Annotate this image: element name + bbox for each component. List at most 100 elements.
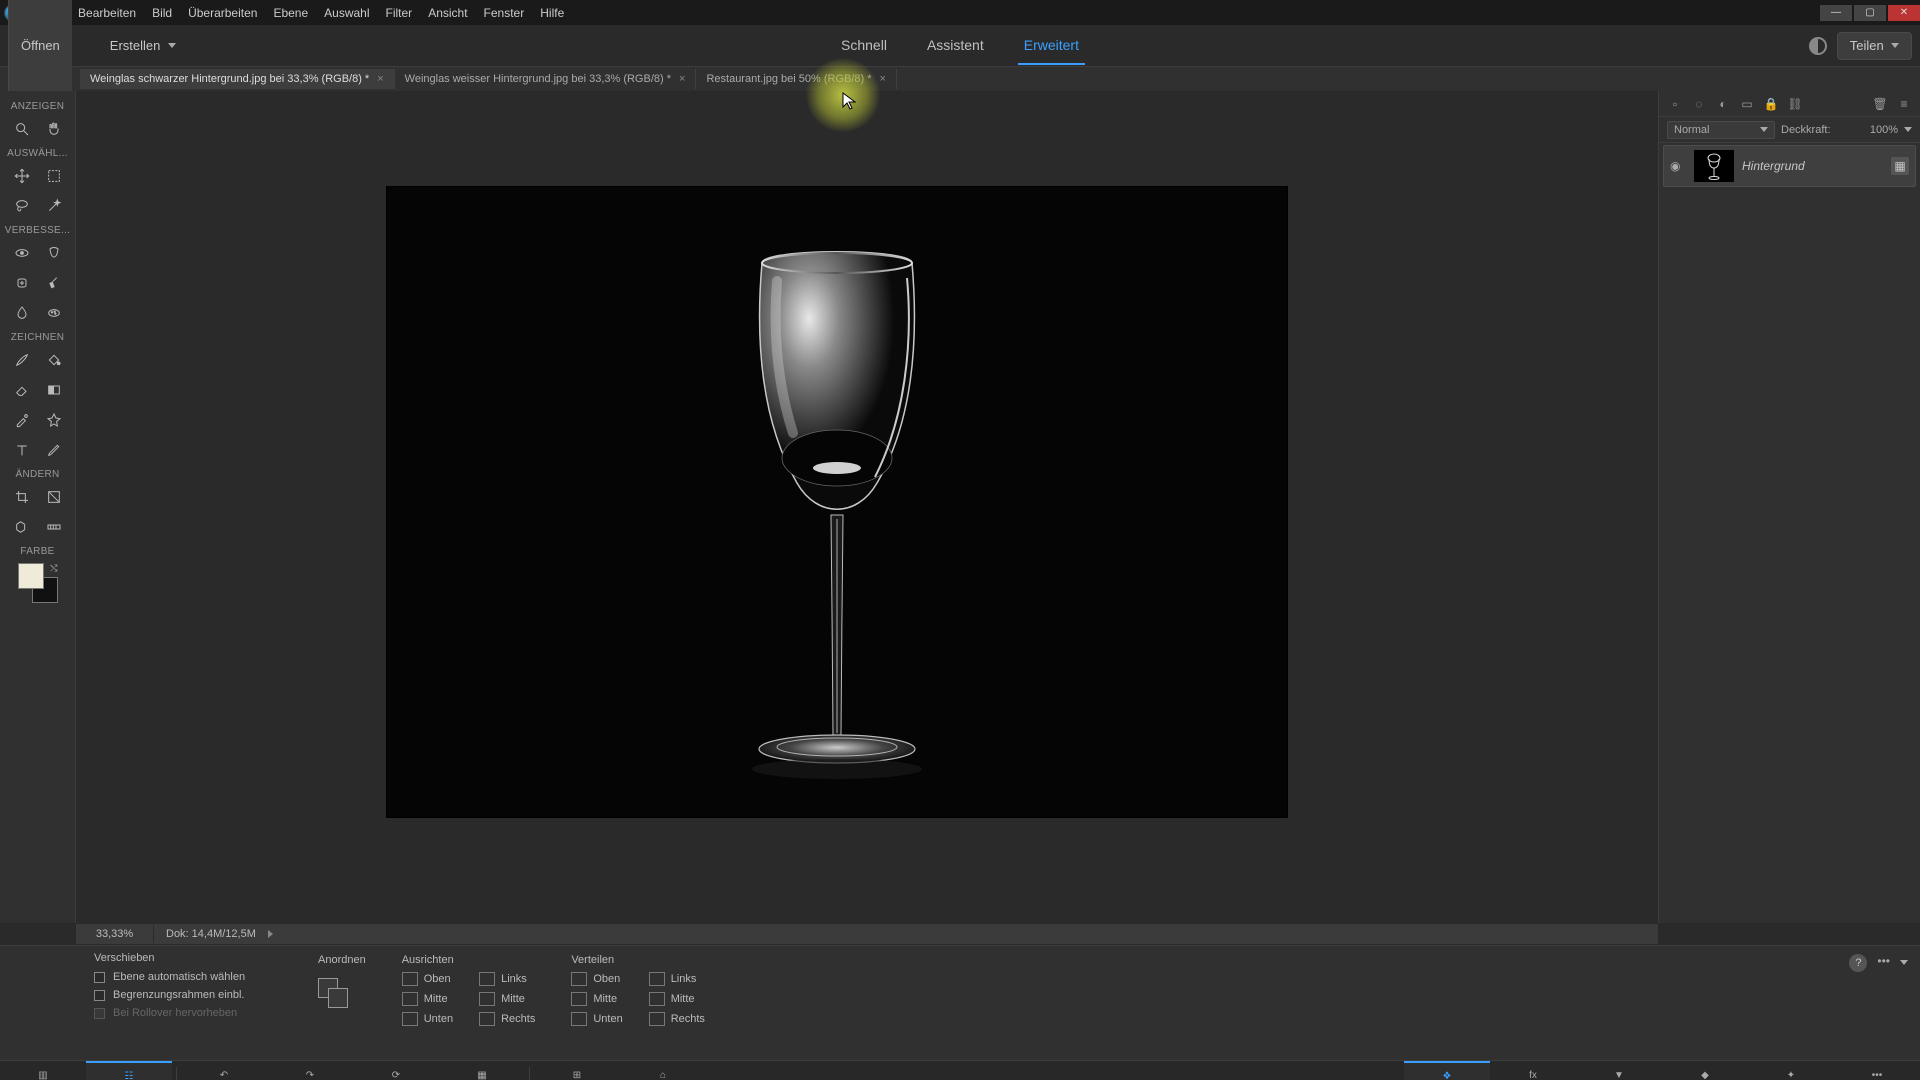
mode-quick[interactable]: Schnell <box>835 27 893 65</box>
healingbrush-tool[interactable] <box>10 271 34 295</box>
adjustment-layer-icon[interactable]: ◐ <box>1715 96 1731 112</box>
lasso-tool[interactable] <box>10 194 34 218</box>
dock-filter[interactable]: ▼Filter <box>1576 1061 1662 1080</box>
dock-undo[interactable]: ↶Rückgängig <box>181 1061 267 1080</box>
mode-guided[interactable]: Assistent <box>921 27 990 65</box>
eraser-tool[interactable] <box>10 378 34 402</box>
marquee-tool[interactable] <box>42 164 66 188</box>
visibility-toggle-icon[interactable]: ◉ <box>1670 159 1686 173</box>
doc-tab-1[interactable]: Weinglas schwarzer Hintergrund.jpg bei 3… <box>80 69 395 89</box>
dist-bottom[interactable]: Unten <box>571 1012 622 1026</box>
layer-name[interactable]: Hintergrund <box>1742 159 1805 173</box>
menu-enhance[interactable]: Überarbeiten <box>188 6 257 20</box>
align-right[interactable]: Rechts <box>479 1012 535 1026</box>
align-top[interactable]: Oben <box>402 972 453 986</box>
doc-size[interactable]: Dok: 14,4M/12,5M <box>154 928 268 940</box>
contentaware-tool[interactable] <box>10 515 34 539</box>
color-swatches[interactable]: ⤭ <box>18 563 58 603</box>
doc-tab-2[interactable]: Weinglas weisser Hintergrund.jpg bei 33,… <box>395 69 697 89</box>
menu-window[interactable]: Fenster <box>484 6 525 20</box>
close-tab-icon[interactable]: × <box>377 73 383 85</box>
triangle-right-icon[interactable] <box>268 930 273 938</box>
menu-help[interactable]: Hilfe <box>540 6 564 20</box>
crop-tool[interactable] <box>10 485 34 509</box>
opt-auto-select[interactable]: Ebene automatisch wählen <box>94 968 286 986</box>
link-layers-icon[interactable]: ⛓ <box>1787 96 1803 112</box>
new-group-icon[interactable]: ◌ <box>1691 96 1707 112</box>
pencil-tool[interactable] <box>42 438 66 462</box>
close-tab-icon[interactable]: × <box>679 73 685 85</box>
zoom-level[interactable]: 33,33% <box>76 925 154 943</box>
dock-photobin[interactable]: ▥Fotobereich <box>0 1061 86 1080</box>
dock-organizer[interactable]: ⊞Organizer <box>534 1061 620 1080</box>
type-tool[interactable] <box>10 438 34 462</box>
align-bottom[interactable]: Unten <box>402 1012 453 1026</box>
zoom-tool[interactable] <box>10 117 34 141</box>
new-layer-icon[interactable]: ▫ <box>1667 96 1683 112</box>
minimize-button[interactable]: — <box>1820 5 1852 21</box>
gradient-tool[interactable] <box>42 378 66 402</box>
foreground-color-swatch[interactable] <box>18 563 44 589</box>
dock-tooloptions[interactable]: ☷WZ-Optionen <box>86 1061 172 1080</box>
arrange-icon[interactable] <box>318 978 354 1014</box>
maximize-button[interactable]: ▢ <box>1854 5 1886 21</box>
align-left[interactable]: Links <box>479 972 535 986</box>
dock-styles[interactable]: ◆Stile <box>1662 1061 1748 1080</box>
dist-top[interactable]: Oben <box>571 972 622 986</box>
dist-middle[interactable]: Mitte <box>571 992 622 1006</box>
dock-layers[interactable]: ❖Ebenen <box>1404 1061 1490 1080</box>
mode-expert[interactable]: Erweitert <box>1018 27 1085 65</box>
close-tab-icon[interactable]: × <box>880 73 886 85</box>
theme-toggle-icon[interactable] <box>1809 37 1827 55</box>
menu-layer[interactable]: Ebene <box>273 6 308 20</box>
share-button[interactable]: Teilen <box>1837 32 1912 60</box>
dock-effects[interactable]: fxEffekte <box>1490 1061 1576 1080</box>
whitenteeth-tool[interactable] <box>42 241 66 265</box>
create-dropdown[interactable]: Erstellen <box>110 38 177 53</box>
dock-graphics[interactable]: ✦Grafiken <box>1748 1061 1834 1080</box>
dist-left[interactable]: Links <box>649 972 705 986</box>
move-tool[interactable] <box>10 164 34 188</box>
close-button[interactable]: ✕ <box>1888 5 1920 21</box>
help-icon[interactable]: ? <box>1849 954 1867 972</box>
wand-tool[interactable] <box>42 194 66 218</box>
menu-select[interactable]: Auswahl <box>324 6 369 20</box>
dock-layout[interactable]: ▦Layout <box>439 1061 525 1080</box>
dock-rotate[interactable]: ⟳Drehen <box>353 1061 439 1080</box>
eyedropper-tool[interactable] <box>10 408 34 432</box>
brush-tool[interactable] <box>10 348 34 372</box>
clone-tool[interactable] <box>42 271 66 295</box>
paintbucket-tool[interactable] <box>42 348 66 372</box>
shape-tool[interactable] <box>42 408 66 432</box>
layer-row[interactable]: ◉ Hintergrund ▦ <box>1663 145 1916 187</box>
collapse-options-icon[interactable] <box>1900 954 1908 968</box>
dist-right[interactable]: Rechts <box>649 1012 705 1026</box>
redeye-tool[interactable] <box>10 241 34 265</box>
doc-tab-3[interactable]: Restaurant.jpg bei 50% (RGB/8) *× <box>696 69 897 89</box>
opacity-value[interactable]: 100% <box>1870 124 1898 136</box>
dock-home[interactable]: ⌂Start <box>620 1061 706 1080</box>
straighten-tool[interactable] <box>42 515 66 539</box>
blend-mode-select[interactable]: Normal <box>1667 121 1775 139</box>
align-middle[interactable]: Mitte <box>402 992 453 1006</box>
dock-redo[interactable]: ↷Wiederholen <box>267 1061 353 1080</box>
menu-image[interactable]: Bild <box>152 6 172 20</box>
dist-center[interactable]: Mitte <box>649 992 705 1006</box>
mask-icon[interactable]: ▭ <box>1739 96 1755 112</box>
swap-colors-icon[interactable]: ⤭ <box>50 563 57 574</box>
menu-view[interactable]: Ansicht <box>428 6 467 20</box>
align-center[interactable]: Mitte <box>479 992 535 1006</box>
canvas-area[interactable] <box>76 91 1658 923</box>
layer-lock-icon[interactable]: ▦ <box>1891 157 1909 175</box>
lock-layer-icon[interactable]: 🔒 <box>1763 96 1779 112</box>
delete-layer-icon[interactable]: 🗑 <box>1872 96 1888 112</box>
options-menu-icon[interactable]: ••• <box>1877 954 1890 968</box>
dock-more[interactable]: •••Mehr <box>1834 1061 1920 1080</box>
recompose-tool[interactable] <box>42 485 66 509</box>
menu-filter[interactable]: Filter <box>386 6 413 20</box>
panel-menu-icon[interactable]: ≡ <box>1896 96 1912 112</box>
opt-bounding-box[interactable]: Begrenzungsrahmen einbl. <box>94 986 286 1004</box>
hand-tool[interactable] <box>42 117 66 141</box>
blur-tool[interactable] <box>10 301 34 325</box>
sponge-tool[interactable] <box>42 301 66 325</box>
